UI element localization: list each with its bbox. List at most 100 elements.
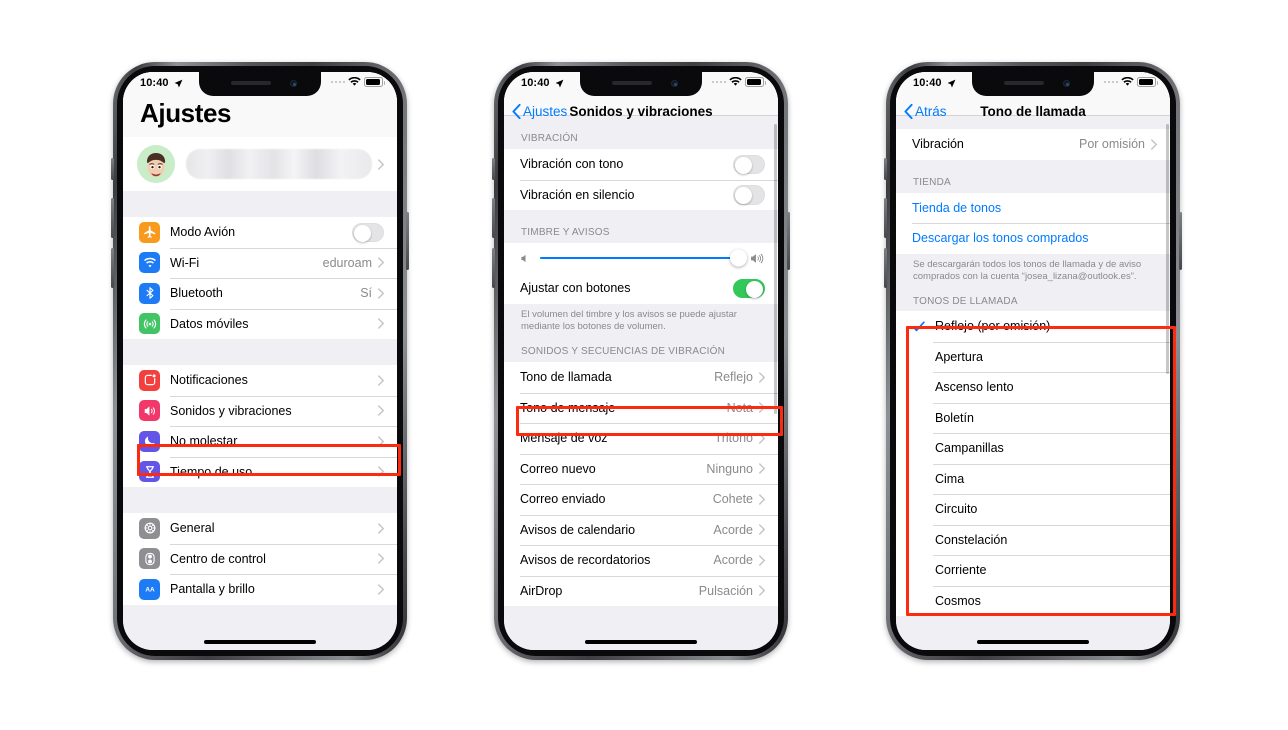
control-center-icon — [139, 548, 160, 570]
ringtone-item-reflejo[interactable]: Reflejo (por omisión) — [896, 311, 1170, 342]
ringer-footnote: El volumen del timbre y los avisos se pu… — [504, 303, 778, 347]
checkmark-icon — [912, 321, 925, 332]
volume-down-button[interactable] — [492, 248, 495, 288]
ringer-group: Ajustar con botones — [504, 243, 778, 304]
row-tone-store[interactable]: Tienda de tonos — [896, 192, 1170, 223]
row-vibration[interactable]: Vibración Por omisión — [896, 129, 1170, 160]
sidebar-item-screen-time[interactable]: Tiempo de uso — [123, 456, 397, 487]
vibrate-on-silent-toggle[interactable] — [733, 185, 765, 205]
speaker-min-icon — [521, 254, 526, 262]
vibration-group: Vibración con tono Vibración en silencio — [504, 149, 778, 210]
ringtone-item-constelacion[interactable]: Constelación — [896, 524, 1170, 556]
row-label: No molestar — [170, 434, 238, 449]
mute-switch[interactable] — [111, 158, 114, 180]
volume-down-button[interactable] — [884, 248, 887, 288]
ringtone-item-corriente[interactable]: Corriente — [896, 555, 1170, 586]
row-calendar-alerts[interactable]: Avisos de calendario Acorde — [504, 514, 778, 546]
change-with-buttons-toggle[interactable] — [733, 278, 765, 298]
row-airdrop[interactable]: AirDrop Pulsación — [504, 575, 778, 607]
row-voicemail[interactable]: Mensaje de voz Tritono — [504, 423, 778, 454]
row-label: Correo nuevo — [520, 461, 596, 476]
sidebar-item-airplane-mode[interactable]: Modo Avión — [123, 217, 397, 248]
vibrate-on-ring-toggle[interactable] — [733, 154, 765, 174]
row-ringtone[interactable]: Tono de llamada Reflejo — [504, 362, 778, 393]
power-button[interactable] — [787, 212, 790, 270]
row-vibrate-on-ring[interactable]: Vibración con tono — [504, 149, 778, 180]
scroll-indicator[interactable] — [1166, 124, 1169, 374]
row-label: Vibración — [912, 137, 964, 152]
ringtone-item-apertura[interactable]: Apertura — [896, 341, 1170, 373]
store-group: Tienda de tonos Descargar los tonos comp… — [896, 192, 1170, 254]
sidebar-item-wifi[interactable]: Wi-Fi eduroam — [123, 247, 397, 278]
sidebar-item-sounds-and-vibration[interactable]: Sonidos y vibraciones — [123, 395, 397, 426]
airplane-icon — [139, 221, 160, 243]
settings-group-system: General Centro de control AA Pantalla y … — [123, 513, 397, 605]
hourglass-icon — [139, 461, 160, 483]
sidebar-item-bluetooth[interactable]: Bluetooth Sí — [123, 278, 397, 309]
chevron-right-icon — [1151, 139, 1157, 150]
row-sent-mail[interactable]: Correo enviado Cohete — [504, 484, 778, 515]
chevron-right-icon — [378, 318, 384, 329]
sounds-scroll-view[interactable]: Ajustes Sonidos y vibraciones VIBRACIÓN … — [504, 72, 778, 650]
row-change-with-buttons[interactable]: Ajustar con botones — [504, 273, 778, 304]
memoji-avatar — [137, 145, 175, 183]
chevron-right-icon — [759, 402, 765, 414]
sidebar-item-control-center[interactable]: Centro de control — [123, 543, 397, 574]
row-label: Ajustar con botones — [520, 281, 631, 296]
sidebar-item-notifications[interactable]: Notificaciones — [123, 365, 397, 396]
volume-up-button[interactable] — [111, 198, 114, 238]
sidebar-item-general[interactable]: General — [123, 513, 397, 544]
row-vibrate-on-silent[interactable]: Vibración en silencio — [504, 179, 778, 210]
volume-down-button[interactable] — [111, 248, 114, 288]
ringtone-item-campanillas[interactable]: Campanillas — [896, 433, 1170, 464]
sidebar-item-do-not-disturb[interactable]: No molestar — [123, 426, 397, 457]
home-indicator[interactable] — [204, 640, 316, 644]
apple-id-profile-row[interactable] — [123, 137, 397, 191]
power-button[interactable] — [1179, 212, 1182, 270]
row-text-tone[interactable]: Tono de mensaje Nota — [504, 392, 778, 424]
cellular-icon — [139, 313, 160, 335]
section-header-ringtones: TONOS DE LLAMADA — [896, 296, 1170, 312]
ringtone-scroll-view[interactable]: Atrás Tono de llamada Vibración Por omis… — [896, 72, 1170, 650]
sidebar-item-display-and-brightness[interactable]: AA Pantalla y brillo — [123, 574, 397, 605]
notch — [972, 72, 1094, 96]
row-reminder-alerts[interactable]: Avisos de recordatorios Acorde — [504, 545, 778, 576]
row-value: Cohete — [712, 492, 753, 507]
sidebar-item-cellular-data[interactable]: Datos móviles — [123, 308, 397, 339]
back-button-label: Ajustes — [523, 103, 568, 119]
section-gap — [123, 191, 397, 217]
row-download-purchased-tones[interactable]: Descargar los tonos comprados — [896, 223, 1170, 254]
settings-scroll-view[interactable]: Ajustes Modo Avión Wi-Fi eduroam Bluetoo… — [123, 72, 397, 650]
power-button[interactable] — [406, 212, 409, 270]
mute-switch[interactable] — [492, 158, 495, 180]
volume-up-button[interactable] — [884, 198, 887, 238]
home-indicator[interactable] — [977, 640, 1089, 644]
mute-switch[interactable] — [884, 158, 887, 180]
ringtone-item-cima[interactable]: Cima — [896, 463, 1170, 495]
back-button[interactable]: Atrás — [904, 98, 947, 124]
back-button[interactable]: Ajustes — [512, 98, 567, 124]
airplane-mode-toggle[interactable] — [352, 222, 384, 242]
ringtone-item-ascenso-lento[interactable]: Ascenso lento — [896, 372, 1170, 403]
ringtone-item-circuito[interactable]: Circuito — [896, 494, 1170, 525]
row-label: General — [170, 521, 215, 536]
home-indicator[interactable] — [585, 640, 697, 644]
volume-slider-row[interactable] — [504, 243, 778, 273]
row-label: AirDrop — [520, 583, 563, 598]
scroll-indicator[interactable] — [774, 124, 777, 414]
row-value: Acorde — [713, 522, 753, 537]
notch — [580, 72, 702, 96]
ringtone-item-cosmos[interactable]: Cosmos — [896, 585, 1170, 617]
phone-screen: 10:40 Atrás Tono de llamada Vibración Po… — [896, 72, 1170, 650]
row-new-mail[interactable]: Correo nuevo Ninguno — [504, 453, 778, 485]
volume-up-button[interactable] — [492, 198, 495, 238]
earpiece-speaker — [1004, 81, 1044, 85]
ringtone-item-boletin[interactable]: Boletín — [896, 402, 1170, 434]
chevron-right-icon — [759, 463, 765, 475]
row-value: Pulsación — [698, 583, 753, 598]
row-value: Reflejo — [714, 370, 753, 385]
volume-slider[interactable] — [540, 249, 747, 267]
row-label: Cima — [935, 471, 965, 486]
row-value: Ninguno — [706, 461, 753, 476]
volume-slider-knob[interactable] — [730, 249, 747, 267]
